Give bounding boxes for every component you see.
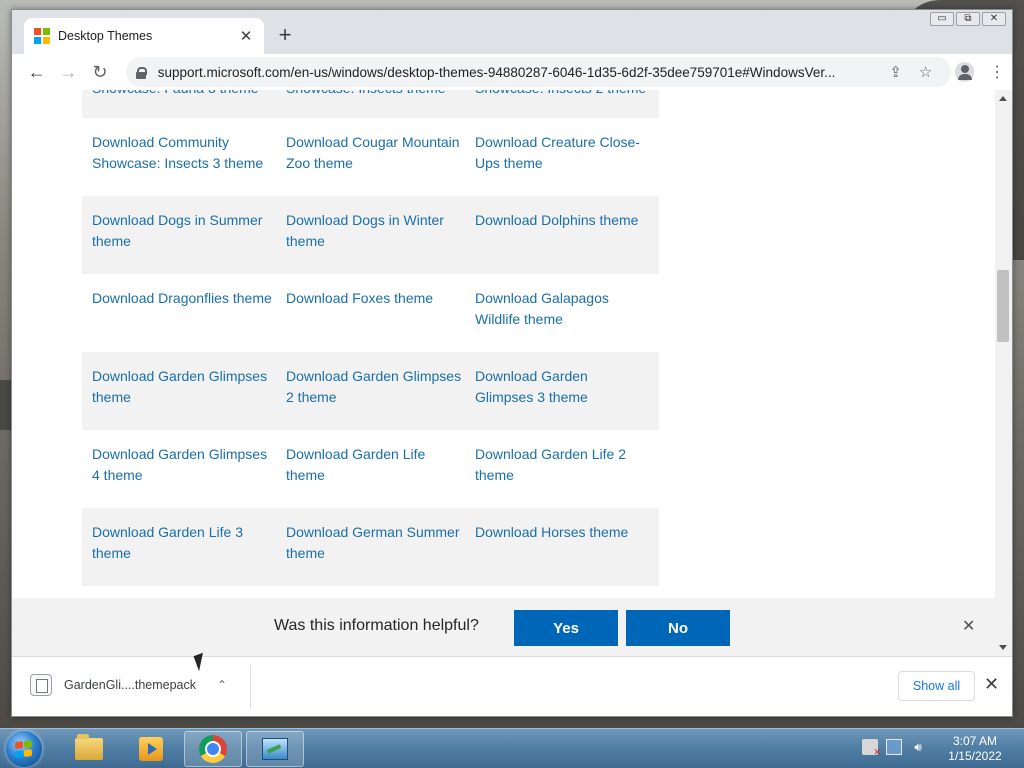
theme-link[interactable]: Download Garden Life theme	[286, 444, 475, 494]
taskbar-media-player[interactable]	[122, 731, 180, 767]
taskbar-file-explorer[interactable]	[60, 731, 118, 767]
menu-dots-icon[interactable]: ⋮	[982, 62, 1012, 82]
media-player-icon	[139, 737, 163, 761]
table-row: Download Garden Glimpses theme Download …	[82, 352, 659, 430]
theme-link[interactable]: Download Community Showcase: Insects 3 t…	[92, 132, 286, 182]
folder-icon	[75, 734, 103, 760]
theme-link[interactable]: Download Dolphins theme	[475, 210, 649, 260]
vertical-scrollbar[interactable]	[995, 90, 1012, 656]
scroll-up-icon[interactable]	[999, 96, 1007, 101]
close-feedback-icon[interactable]: ✕	[962, 616, 975, 636]
browser-tab[interactable]: Desktop Themes ✕	[24, 18, 264, 54]
profile-avatar-icon[interactable]	[954, 62, 975, 82]
page-content: Showcase: Fauna 3 theme Showcase: Insect…	[12, 90, 1012, 656]
url-text[interactable]: support.microsoft.com/en-us/windows/desk…	[158, 65, 881, 80]
theme-link[interactable]: Download Horses theme	[475, 522, 649, 572]
theme-link[interactable]: Download Dogs in Winter theme	[286, 210, 475, 260]
new-tab-icon[interactable]: +	[274, 24, 296, 46]
clock-date: 1/15/2022	[948, 749, 1002, 763]
clock-time: 3:07 AM	[952, 734, 998, 748]
lock-icon[interactable]	[135, 66, 147, 79]
action-center-flag-icon[interactable]	[862, 739, 881, 758]
restore-button[interactable]: ⧉	[956, 12, 980, 26]
theme-link[interactable]: Showcase: Fauna 3 theme	[92, 90, 286, 104]
system-tray: 🔊︎	[862, 739, 926, 758]
theme-link[interactable]: Download Dragonflies theme	[92, 288, 286, 338]
theme-link[interactable]: Download Garden Glimpses 2 theme	[286, 366, 475, 416]
table-row: Showcase: Fauna 3 theme Showcase: Insect…	[82, 90, 659, 118]
theme-link[interactable]: Download Galapagos Wildlife theme	[475, 288, 649, 338]
taskbar-control-panel[interactable]	[246, 731, 304, 767]
taskbar: 🔊︎ 3:07 AM 1/15/2022	[0, 728, 1024, 768]
scrollbar-thumb[interactable]	[997, 270, 1009, 342]
feedback-banner: Was this information helpful? Yes No ✕	[12, 598, 995, 656]
table-row: Download Dragonflies theme Download Foxe…	[82, 274, 659, 352]
table-row: Download Garden Glimpses 4 theme Downloa…	[82, 430, 659, 508]
theme-link[interactable]: Download Garden Glimpses 3 theme	[475, 366, 649, 416]
taskbar-clock[interactable]: 3:07 AM 1/15/2022	[940, 734, 1010, 764]
feedback-question: Was this information helpful?	[274, 617, 479, 634]
theme-link[interactable]: Showcase: Insects 2 theme	[475, 90, 649, 104]
feedback-yes-button[interactable]: Yes	[514, 610, 618, 646]
network-icon[interactable]	[886, 739, 902, 755]
theme-link[interactable]: Download Garden Glimpses theme	[92, 366, 286, 416]
personalization-icon	[262, 738, 288, 760]
themes-table: Showcase: Fauna 3 theme Showcase: Insect…	[82, 90, 659, 586]
browser-window: ▭ ⧉ ✕ Desktop Themes ✕ + ← → ↻ support.m…	[11, 9, 1013, 717]
feedback-no-button[interactable]: No	[626, 610, 730, 646]
table-row: Download Dogs in Summer theme Download D…	[82, 196, 659, 274]
browser-toolbar: ← → ↻ support.microsoft.com/en-us/window…	[12, 54, 1012, 90]
theme-link[interactable]: Download Cougar Mountain Zoo theme	[286, 132, 475, 182]
share-icon[interactable]: ⇪	[881, 63, 911, 81]
theme-link[interactable]: Download Garden Life 3 theme	[92, 522, 286, 572]
file-icon	[30, 674, 52, 696]
forward-icon[interactable]: →	[53, 62, 85, 83]
close-downloads-icon[interactable]: ✕	[984, 674, 999, 695]
theme-link[interactable]: Download Foxes theme	[286, 288, 475, 338]
chrome-icon	[199, 735, 227, 763]
bookmark-star-icon[interactable]: ☆	[911, 63, 941, 81]
table-row: Download Community Showcase: Insects 3 t…	[82, 118, 659, 196]
tab-title: Desktop Themes	[58, 29, 153, 43]
reload-icon[interactable]: ↻	[84, 62, 116, 83]
minimize-button[interactable]: ▭	[930, 12, 954, 26]
volume-icon[interactable]: 🔊︎	[910, 739, 926, 755]
download-item[interactable]: GardenGli....themepack ⌃	[30, 674, 230, 696]
windows-logo-icon	[15, 740, 33, 758]
close-window-button[interactable]: ✕	[982, 12, 1006, 26]
taskbar-chrome[interactable]	[184, 731, 242, 767]
theme-link[interactable]: Download Creature Close-Ups theme	[475, 132, 649, 182]
start-button[interactable]	[6, 731, 42, 767]
theme-link[interactable]: Showcase: Insects theme	[286, 90, 475, 104]
theme-link[interactable]: Download Dogs in Summer theme	[92, 210, 286, 260]
table-row: Download Garden Life 3 theme Download Ge…	[82, 508, 659, 586]
window-controls: ▭ ⧉ ✕	[930, 12, 1006, 26]
show-all-button[interactable]: Show all	[898, 671, 975, 701]
tab-close-icon[interactable]: ✕	[238, 27, 254, 45]
download-filename[interactable]: GardenGli....themepack	[64, 678, 214, 692]
back-icon[interactable]: ←	[21, 62, 53, 83]
theme-link[interactable]: Download Garden Glimpses 4 theme	[92, 444, 286, 494]
downloads-bar: GardenGli....themepack ⌃ Show all ✕	[12, 656, 1012, 716]
address-bar[interactable]: support.microsoft.com/en-us/windows/desk…	[125, 57, 951, 87]
scroll-down-icon[interactable]	[999, 645, 1007, 650]
chevron-up-icon[interactable]: ⌃	[214, 678, 230, 692]
divider	[250, 665, 251, 709]
theme-link[interactable]: Download Garden Life 2 theme	[475, 444, 649, 494]
theme-link[interactable]: Download German Summer theme	[286, 522, 475, 572]
microsoft-logo-icon	[34, 28, 50, 44]
